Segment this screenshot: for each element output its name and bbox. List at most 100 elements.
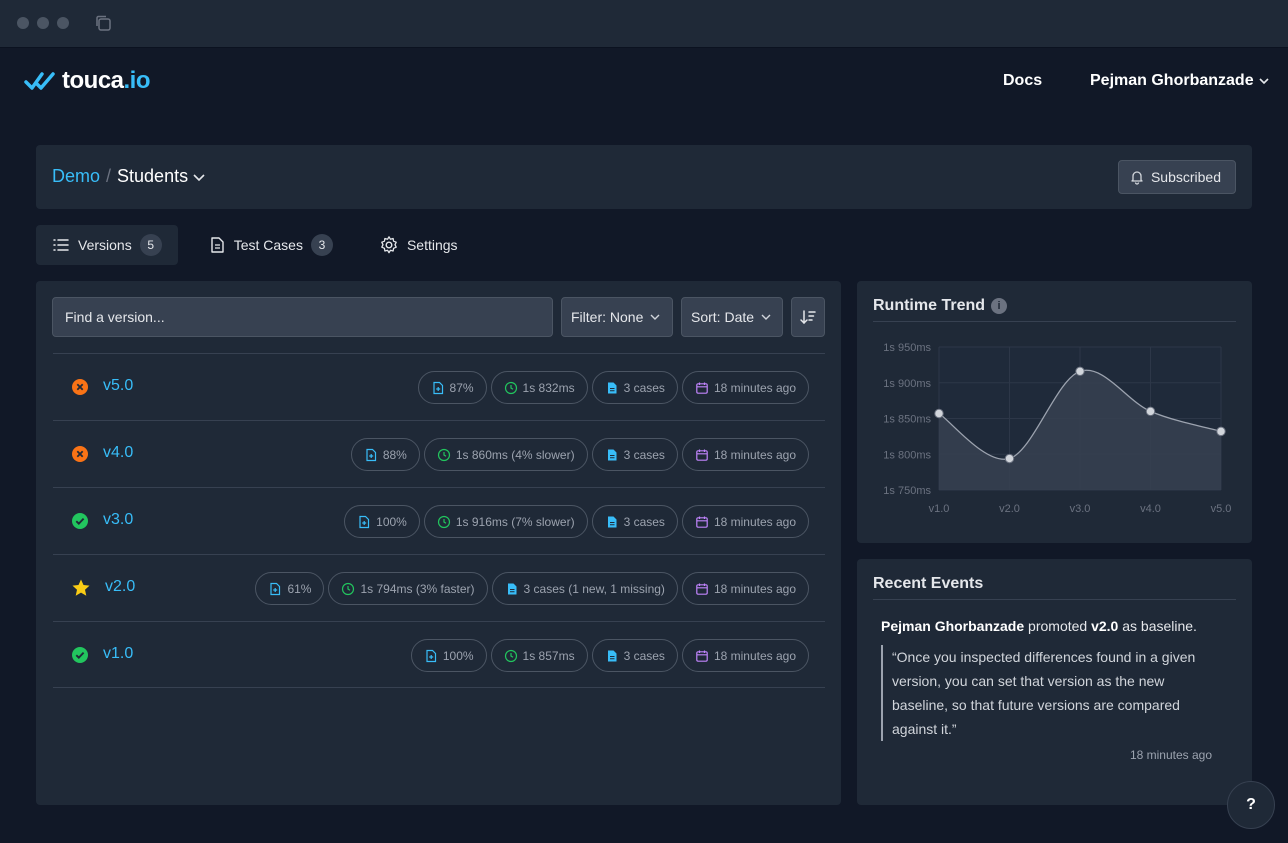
cases-value: 3 cases bbox=[623, 447, 665, 462]
trend-point[interactable] bbox=[1216, 426, 1226, 437]
breadcrumb-team[interactable]: Demo bbox=[52, 166, 100, 187]
duration-value: 1s 916ms (7% slower) bbox=[455, 514, 575, 529]
help-button[interactable]: ? bbox=[1227, 781, 1275, 829]
table-row[interactable]: v4.0 88% 1s 860ms (4% slower) 3 cases 18… bbox=[53, 420, 825, 487]
duration-value: 1s 832ms bbox=[522, 380, 575, 395]
match-value: 61% bbox=[287, 581, 312, 596]
failed-status-icon bbox=[72, 379, 88, 395]
user-menu[interactable]: Pejman Ghorbanzade bbox=[1090, 72, 1271, 90]
document-icon bbox=[507, 583, 517, 594]
trend-point[interactable] bbox=[1004, 453, 1015, 464]
tab-settings[interactable]: Settings bbox=[363, 225, 474, 265]
passed-status-icon bbox=[72, 647, 88, 663]
calendar-icon bbox=[696, 516, 708, 528]
runtime-trend-title-text: Runtime Trend bbox=[873, 297, 986, 314]
event-summary: Pejman Ghorbanzade promoted v2.0 as base… bbox=[881, 618, 1197, 634]
match-value: 87% bbox=[449, 380, 474, 395]
event-version: v2.0 bbox=[1091, 618, 1119, 634]
duration-badge: 1s 860ms (4% slower) bbox=[423, 438, 588, 471]
clock-icon bbox=[342, 582, 355, 595]
version-name[interactable]: v5.0 bbox=[103, 377, 133, 395]
file-plus-icon bbox=[432, 381, 443, 394]
breadcrumb-suite[interactable]: Students bbox=[117, 166, 188, 187]
cases-value: 3 cases bbox=[623, 380, 665, 395]
match-badge: 100% bbox=[344, 505, 420, 538]
date-value: 18 minutes ago bbox=[713, 447, 796, 462]
checkmark-logo-icon bbox=[24, 72, 55, 90]
window-maximize-dot[interactable] bbox=[57, 17, 69, 29]
failed-status-icon bbox=[72, 446, 88, 462]
calendar-icon bbox=[696, 650, 708, 662]
star-icon bbox=[72, 579, 90, 596]
x-tick-label: v1.0 bbox=[929, 503, 950, 515]
cases-badge: 3 cases bbox=[591, 438, 678, 471]
y-tick-label: 1s 850ms bbox=[883, 414, 931, 426]
file-plus-icon bbox=[359, 515, 370, 528]
version-list: v5.0 87% 1s 832ms 3 cases 18 minutes ago… bbox=[53, 353, 825, 688]
top-navbar: touca.io Docs Pejman Ghorbanzade bbox=[0, 49, 1288, 115]
file-plus-icon bbox=[426, 649, 436, 662]
table-row[interactable]: v3.0 100% 1s 916ms (7% slower) 3 cases 1… bbox=[53, 487, 825, 554]
tab-versions[interactable]: Versions 5 bbox=[36, 225, 178, 265]
y-tick-label: 1s 900ms bbox=[883, 378, 931, 390]
version-badges: 87% 1s 832ms 3 cases 18 minutes ago bbox=[417, 371, 809, 404]
search-input[interactable] bbox=[52, 297, 553, 337]
chevron-down-icon bbox=[650, 314, 660, 320]
list-icon bbox=[53, 239, 69, 251]
trend-point[interactable] bbox=[1075, 366, 1085, 377]
tab-test-cases[interactable]: Test Cases 3 bbox=[192, 225, 349, 265]
date-value: 18 minutes ago bbox=[713, 648, 796, 663]
x-tick-label: v2.0 bbox=[999, 503, 1020, 515]
filter-select[interactable]: Filter: None bbox=[561, 297, 673, 337]
event-timestamp: 18 minutes ago bbox=[1129, 748, 1212, 762]
runtime-trend-chart: 1s 950ms 1s 900ms 1s 850ms 1s 800ms 1s 750ms… bbox=[883, 342, 1231, 515]
match-value: 88% bbox=[382, 447, 407, 462]
cases-value: 3 cases bbox=[623, 648, 665, 663]
sort-descending-icon bbox=[800, 310, 816, 325]
brand-logo[interactable]: touca.io bbox=[24, 67, 151, 95]
version-name[interactable]: v3.0 bbox=[103, 511, 133, 529]
recent-events-panel: Recent Events Pejman Ghorbanzade promote… bbox=[857, 559, 1252, 805]
nav-docs-link[interactable]: Docs bbox=[1003, 72, 1042, 90]
document-icon bbox=[211, 237, 224, 253]
versions-panel: Filter: None Sort: Date v5.0 87% 1s 832m… bbox=[36, 281, 841, 805]
bell-icon bbox=[1131, 171, 1143, 185]
table-row[interactable]: v2.0 61% 1s 794ms (3% faster) 3 cases (1… bbox=[53, 554, 825, 621]
tab-test-cases-label: Test Cases bbox=[233, 237, 303, 253]
trend-point[interactable] bbox=[934, 408, 944, 419]
document-icon bbox=[607, 382, 617, 393]
duration-value: 1s 860ms (4% slower) bbox=[455, 447, 575, 462]
brand-name: touca.io bbox=[62, 67, 151, 94]
chevron-down-icon[interactable] bbox=[191, 169, 207, 185]
version-name[interactable]: v1.0 bbox=[103, 645, 133, 663]
date-value: 18 minutes ago bbox=[713, 380, 796, 395]
runtime-trend-panel: Runtime Trend i 1s 950ms 1s 900ms 1s 850ms… bbox=[857, 281, 1252, 543]
sort-select-label: Sort: Date bbox=[691, 309, 755, 325]
sort-select[interactable]: Sort: Date bbox=[681, 297, 783, 337]
document-icon bbox=[607, 516, 617, 527]
table-row[interactable]: v5.0 87% 1s 832ms 3 cases 18 minutes ago bbox=[53, 353, 825, 420]
passed-status-icon bbox=[72, 513, 88, 529]
trend-point[interactable] bbox=[1145, 406, 1156, 417]
match-value: 100% bbox=[442, 648, 474, 663]
table-row[interactable]: v1.0 100% 1s 857ms 3 cases 18 minutes ag… bbox=[53, 621, 825, 688]
subscribed-button[interactable]: Subscribed bbox=[1117, 160, 1236, 194]
duration-badge: 1s 794ms (3% faster) bbox=[328, 572, 488, 605]
match-badge: 61% bbox=[255, 572, 325, 605]
sort-direction-button[interactable] bbox=[791, 297, 825, 337]
calendar-icon bbox=[696, 583, 708, 595]
clock-icon bbox=[437, 515, 450, 528]
info-icon[interactable]: i bbox=[991, 298, 1008, 314]
duration-badge: 1s 832ms bbox=[490, 371, 588, 404]
version-name[interactable]: v2.0 bbox=[105, 578, 135, 596]
version-name[interactable]: v4.0 bbox=[103, 444, 133, 462]
duration-badge: 1s 916ms (7% slower) bbox=[423, 505, 588, 538]
window-close-dot[interactable] bbox=[17, 17, 29, 29]
window-minimize-dot[interactable] bbox=[37, 17, 49, 29]
copy-icon[interactable] bbox=[94, 14, 112, 32]
cases-value: 3 cases bbox=[623, 514, 665, 529]
calendar-icon bbox=[696, 382, 708, 394]
version-badges: 100% 1s 916ms (7% slower) 3 cases 18 min… bbox=[344, 505, 809, 538]
date-badge: 18 minutes ago bbox=[681, 505, 809, 538]
y-tick-label: 1s 750ms bbox=[883, 485, 931, 497]
